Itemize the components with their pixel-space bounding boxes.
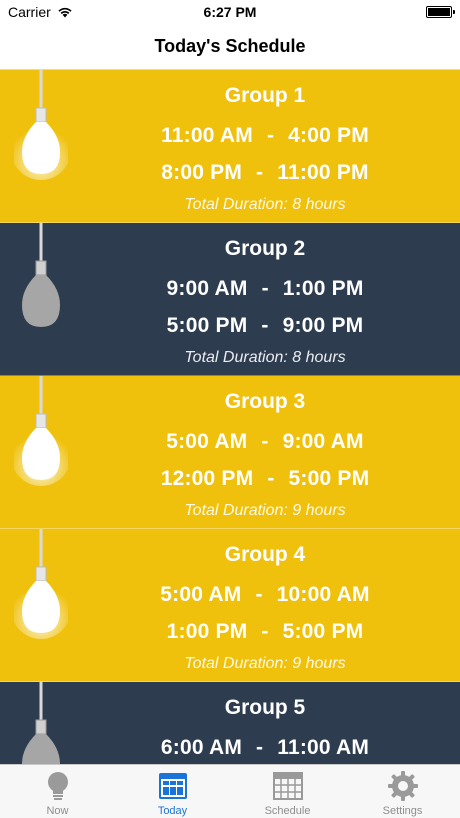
- group-title: Group 2: [224, 237, 306, 260]
- slot-start: 11:00 AM: [161, 124, 253, 147]
- slot-end: 11:00 AM: [277, 736, 370, 759]
- slot-dash: -: [256, 736, 264, 759]
- slot-dash: -: [256, 161, 264, 184]
- tab-label: Settings: [382, 805, 423, 817]
- slot-start: 6:00 AM: [160, 736, 243, 759]
- tab-settings[interactable]: Settings: [345, 765, 460, 818]
- navigation-bar: Today's Schedule: [0, 24, 460, 70]
- time-slot: 5:00 AM -9:00 AM: [70, 430, 460, 454]
- slot-end: 5:00 PM: [288, 467, 370, 490]
- status-bar: Carrier 6:27 PM: [0, 0, 460, 24]
- time-slot: 8:00 PM -11:00 PM: [70, 161, 460, 185]
- time-slot: 5:00 AM -10:00 AM: [70, 583, 460, 607]
- slot-dash: -: [261, 430, 269, 453]
- time-slot: 1:00 PM -5:00 PM: [70, 620, 460, 644]
- page-title: Today's Schedule: [154, 36, 306, 56]
- battery-icon: [426, 6, 455, 18]
- time-slot: 11:00 AM -4:00 PM: [70, 124, 460, 148]
- slot-start: 5:00 AM: [160, 583, 242, 606]
- time-slot: 6:00 AM -11:00 AM: [70, 736, 460, 760]
- group-list[interactable]: Group 1 11:00 AM -4:00 PM 8:00 PM -11:00 P…: [0, 70, 460, 764]
- group-row[interactable]: Group 5 6:00 AM -11:00 AM: [0, 682, 460, 764]
- group-row[interactable]: Group 1 11:00 AM -4:00 PM 8:00 PM -11:00 P…: [0, 70, 460, 223]
- group-title: Group 5: [224, 696, 306, 719]
- time-slot: 12:00 PM -5:00 PM: [70, 467, 460, 491]
- tab-now[interactable]: Now: [0, 765, 115, 818]
- bulb-off-icon: [22, 223, 60, 327]
- slot-start: 5:00 AM: [166, 430, 248, 453]
- bulb-on-icon: [14, 529, 68, 639]
- total-duration: Total Duration: 9 hours: [184, 655, 346, 672]
- tab-label: Schedule: [264, 805, 311, 817]
- today-icon: [158, 773, 187, 799]
- slot-end: 10:00 AM: [276, 583, 370, 606]
- group-title: Group 3: [224, 390, 306, 413]
- bulb-off-icon: [22, 682, 60, 764]
- total-duration: Total Duration: 8 hours: [184, 196, 346, 213]
- slot-end: 4:00 PM: [288, 124, 369, 147]
- total-duration: Total Duration: 9 hours: [184, 502, 346, 519]
- slot-start: 5:00 PM: [166, 314, 248, 337]
- slot-dash: -: [267, 467, 275, 490]
- slot-dash: -: [261, 277, 269, 300]
- bulb-icon: [47, 772, 68, 800]
- bulb-on-icon: [14, 70, 68, 180]
- slot-dash: -: [261, 314, 269, 337]
- slot-dash: -: [261, 620, 269, 643]
- slot-start: 8:00 PM: [161, 161, 243, 184]
- slot-end: 9:00 AM: [282, 430, 364, 453]
- slot-dash: -: [266, 124, 275, 147]
- group-row[interactable]: Group 4 5:00 AM -10:00 AM 1:00 PM -5:00 PM…: [0, 529, 460, 682]
- bulb-on-icon: [14, 376, 68, 486]
- tab-label: Now: [46, 805, 69, 817]
- slot-end: 11:00 PM: [277, 161, 369, 184]
- time-slot: 9:00 AM -1:00 PM: [70, 277, 460, 301]
- calendar-icon: [272, 772, 303, 800]
- group-title: Group 1: [224, 84, 306, 107]
- slot-end: 5:00 PM: [282, 620, 364, 643]
- slot-start: 9:00 AM: [166, 277, 248, 300]
- tab-today[interactable]: Today: [115, 765, 230, 818]
- status-time: 6:27 PM: [203, 4, 257, 20]
- gear-icon: [387, 771, 418, 801]
- slot-dash: -: [255, 583, 263, 606]
- group-row[interactable]: Group 3 5:00 AM -9:00 AM 12:00 PM -5:00 PM…: [0, 376, 460, 529]
- slot-end: 1:00 PM: [282, 277, 364, 300]
- time-slot: 5:00 PM -9:00 PM: [70, 314, 460, 338]
- group-title: Group 4: [224, 543, 306, 566]
- tab-bar: Now Today Schedule Settings: [0, 764, 460, 818]
- group-row[interactable]: Group 2 9:00 AM -1:00 PM 5:00 PM -9:00 PM …: [0, 223, 460, 376]
- tab-schedule[interactable]: Schedule: [230, 765, 345, 818]
- slot-end: 9:00 PM: [282, 314, 364, 337]
- total-duration: Total Duration: 8 hours: [184, 349, 346, 366]
- tab-label: Today: [157, 805, 188, 817]
- slot-start: 12:00 PM: [160, 467, 254, 490]
- slot-start: 1:00 PM: [166, 620, 248, 643]
